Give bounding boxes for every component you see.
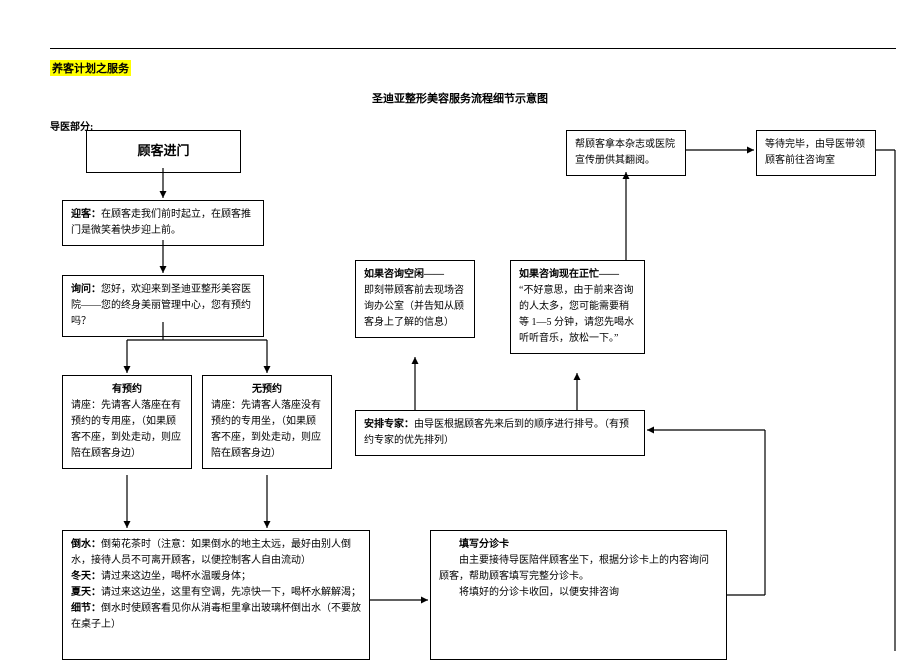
box-inquiry: 询问：您好，欢迎来到圣迪亚整形美容医院——您的终身美丽管理中心，您有预约吗？ [62, 275, 264, 337]
box-wait-done: 等待完毕，由导医带领顾客前往咨询室 [756, 130, 876, 176]
text-no-appt: 请座：先请客人落座没有预约的专用坐，（如果顾客不座，到处走动，则应陪在顾客身边） [211, 398, 323, 462]
text-card2: 将填好的分诊卡收回，以便安排咨询 [439, 585, 718, 601]
diagram-title: 圣迪亚整形美容服务流程细节示意图 [0, 90, 920, 106]
text-water4: 倒水时使顾客看见你从消毒柜里拿出玻璃杯倒出水（不要放在桌子上） [71, 603, 361, 630]
box-card: 填写分诊卡 由主要接待导医陪伴顾客坐下，根据分诊卡上的内容询问顾客，帮助顾客填写… [430, 530, 727, 660]
box-welcome: 迎客：在顾客走我们前时起立，在顾客推门是微笑着快步迎上前。 [62, 200, 264, 246]
title-consult-free: 如果咨询空闲—— [364, 269, 444, 280]
text-has-appt: 请座：先请客人落座在有预约的专用座，（如果顾客不座，到处走动，则应陪在顾客身边） [71, 398, 183, 462]
box-entry: 顾客进门 [86, 130, 241, 173]
text-water1: 倒菊花茶时（注意：如果倒水的地主太远，最好由别人倒水，接待人员不可离开顾客，以便… [71, 539, 351, 566]
title-no-appt: 无预约 [252, 384, 282, 395]
text-consult-free: 即刻带顾客前去现场咨询办公室（并告知从顾客身上了解的信息） [364, 283, 466, 331]
text-consult-busy: “不好意思，由于前来咨询的人太多，您可能需要稍等 1—5 分钟，请您先喝水听听音… [519, 283, 636, 347]
label-water4: 细节： [71, 603, 101, 614]
label-water1: 倒水： [71, 539, 101, 550]
box-has-appt: 有预约 请座：先请客人落座在有预约的专用座，（如果顾客不座，到处走动，则应陪在顾… [62, 375, 192, 469]
title-card: 填写分诊卡 [459, 539, 509, 550]
label-water3: 夏天： [71, 587, 101, 598]
text-water3: 请过来这边坐，这里有空调，先凉快一下，喝杯水解解渴； [101, 587, 361, 598]
box-no-appt: 无预约 请座：先请客人落座没有预约的专用坐，（如果顾客不座，到处走动，则应陪在顾… [202, 375, 332, 469]
top-rule [50, 48, 896, 49]
box-consult-busy: 如果咨询现在正忙—— “不好意思，由于前来咨询的人太多，您可能需要稍等 1—5 … [510, 260, 645, 354]
box-expert: 安排专家：由导医根据顾客先来后到的顺序进行排号。（有预约专家的优先排列） [355, 410, 645, 456]
title-has-appt: 有预约 [112, 384, 142, 395]
title-consult-busy: 如果咨询现在正忙—— [519, 269, 619, 280]
label-water2: 冬天： [71, 571, 101, 582]
text-water2: 请过来这边坐，喝杯水温暖身体； [101, 571, 251, 582]
box-consult-free: 如果咨询空闲—— 即刻带顾客前去现场咨询办公室（并告知从顾客身上了解的信息） [355, 260, 475, 338]
label-welcome: 迎客： [71, 209, 101, 220]
section-title: 养客计划之服务 [50, 60, 131, 76]
label-expert: 安排专家： [364, 419, 414, 430]
text-card1: 由主要接待导医陪伴顾客坐下，根据分诊卡上的内容询问顾客，帮助顾客填写完整分诊卡。 [439, 553, 718, 585]
box-magazine: 帮顾客拿本杂志或医院宣传册供其翻阅。 [566, 130, 686, 176]
label-inquiry: 询问： [71, 284, 101, 295]
box-water: 倒水：倒菊花茶时（注意：如果倒水的地主太远，最好由别人倒水，接待人员不可离开顾客… [62, 530, 370, 660]
